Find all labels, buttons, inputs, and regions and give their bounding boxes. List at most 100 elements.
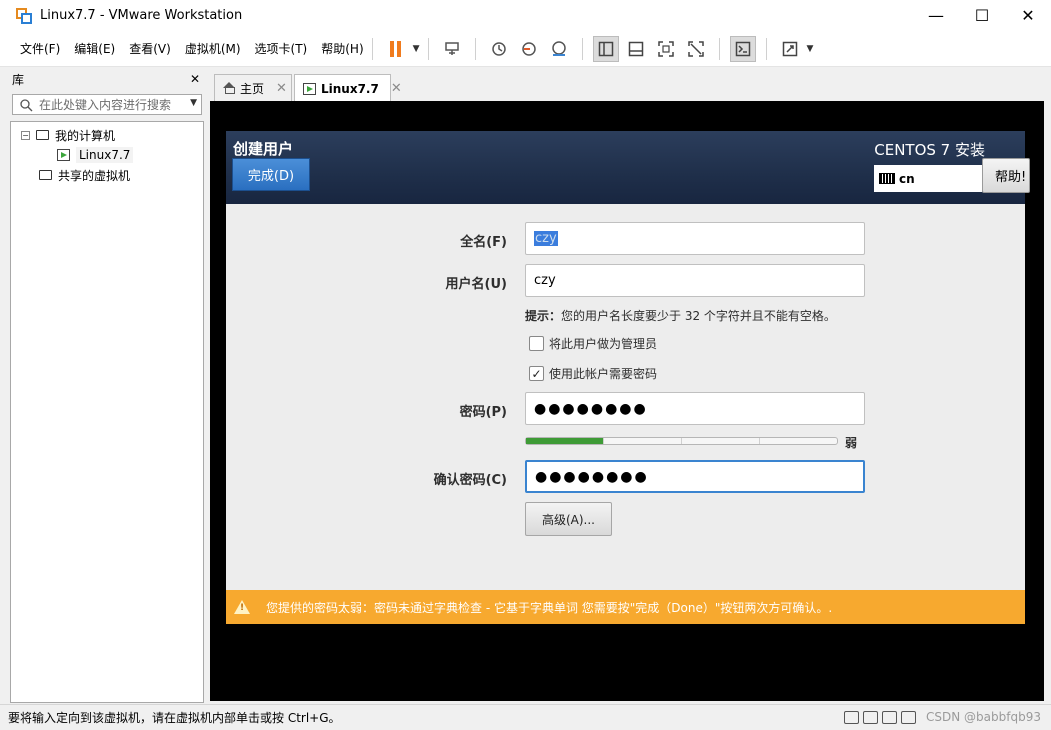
terminal-icon xyxy=(735,41,750,56)
unity-button[interactable] xyxy=(683,36,709,62)
snapshot-manager-button[interactable] xyxy=(546,36,572,62)
console-view-button[interactable] xyxy=(729,35,756,62)
tree-item-my-computer[interactable]: − 我的计算机 xyxy=(11,125,203,145)
library-search-input[interactable]: 在此处键入内容进行搜索 ▼ xyxy=(12,94,202,115)
help-button[interactable]: 帮助! xyxy=(982,158,1030,193)
library-header: 库 ✕ xyxy=(0,68,210,90)
tree-label-shared-vms: 共享的虚拟机 xyxy=(58,168,131,183)
fullname-value: czy xyxy=(534,231,558,246)
send-ctrl-alt-del-button[interactable] xyxy=(439,36,465,62)
admin-checkbox-label: 将此用户做为管理员 xyxy=(549,337,658,351)
maximize-button[interactable]: ☐ xyxy=(959,0,1005,31)
menu-edit[interactable]: 编辑(E) xyxy=(60,40,115,57)
toolbar-separator xyxy=(581,37,583,60)
confirm-password-field[interactable]: ●●●●●●●● xyxy=(525,460,865,493)
keyboard-layout-label: cn xyxy=(899,171,915,186)
warning-icon: ! xyxy=(234,600,250,614)
status-bar: 要将输入定向到该虚拟机，请在虚拟机内部单击或按 Ctrl+G。 CSDN @ba… xyxy=(0,704,1051,730)
username-label: 用户名(U) xyxy=(445,277,507,292)
vm-running-icon xyxy=(303,82,316,96)
revert-snapshot-button[interactable] xyxy=(516,36,542,62)
warning-bar[interactable]: ! 您提供的密码太弱：密码未通过字典检查 - 它基于字典单词 您需要按"完成（D… xyxy=(226,590,1025,624)
menu-tabs[interactable]: 选项卡(T) xyxy=(241,40,308,57)
close-library-icon[interactable]: ✕ xyxy=(190,72,200,86)
fullscreen-icon xyxy=(657,40,674,57)
advanced-button[interactable]: 高级(A)... xyxy=(525,502,612,536)
pause-vm-button[interactable] xyxy=(383,36,409,62)
admin-checkbox[interactable] xyxy=(529,336,544,351)
tab-home-label: 主页 xyxy=(240,81,265,96)
library-pane: 库 ✕ 在此处键入内容进行搜索 ▼ − 我的计算机 Linux7.7 共享的虚拟… xyxy=(0,68,210,704)
menu-view[interactable]: 查看(V) xyxy=(115,40,171,57)
tree-item-linux77[interactable]: Linux7.7 xyxy=(11,145,203,165)
stretch-guest-button[interactable] xyxy=(777,36,803,62)
username-value: czy xyxy=(534,273,556,288)
tab-linux77[interactable]: Linux7.7 ✕ xyxy=(294,74,402,102)
menu-file[interactable]: 文件(F) xyxy=(0,40,60,57)
full-screen-button[interactable] xyxy=(653,36,679,62)
password-strength-bar xyxy=(525,437,838,445)
tree-label-my-computer: 我的计算机 xyxy=(55,128,116,143)
confirm-password-value: ●●●●●●●● xyxy=(535,468,649,485)
snapshot-icon xyxy=(491,41,506,56)
installer-screen: 创建用户 完成(D) CENTOS 7 安装 cn 帮助! 全名(F) czy … xyxy=(226,131,1030,624)
cd-dvd-icon[interactable] xyxy=(863,710,879,724)
keyboard-icon xyxy=(879,173,895,184)
close-tab-home-icon[interactable]: ✕ xyxy=(276,81,287,96)
username-field[interactable]: czy xyxy=(525,264,865,297)
admin-checkbox-row[interactable]: 将此用户做为管理员 xyxy=(529,335,657,352)
keyboard-layout-indicator[interactable]: cn xyxy=(874,165,982,192)
toolbar-separator xyxy=(474,37,476,60)
tab-bar: 主页 ✕ Linux7.7 ✕ xyxy=(210,68,1051,102)
vm-running-icon xyxy=(55,148,71,162)
title-bar: Linux7.7 - VMware Workstation — ☐ ✕ xyxy=(0,0,1051,31)
menu-vm[interactable]: 虚拟机(M) xyxy=(171,40,241,57)
thumbnail-bar-button[interactable] xyxy=(623,36,649,62)
done-button[interactable]: 完成(D) xyxy=(232,158,310,191)
unity-icon xyxy=(687,40,704,57)
fullname-field[interactable]: czy xyxy=(525,222,865,255)
username-hint: 提示：您的用户名长度要少于 32 个字符并且不能有空格。 xyxy=(525,307,836,324)
window-edge xyxy=(1044,101,1051,701)
library-title: 库 xyxy=(12,72,25,87)
tree-item-shared-vms[interactable]: 共享的虚拟机 xyxy=(11,165,203,185)
watermark-text: CSDN @babbfqb93 xyxy=(926,710,1041,724)
thumbnail-view-icon xyxy=(628,41,643,56)
snapshot-button[interactable] xyxy=(486,36,512,62)
power-dropdown-icon[interactable]: ▼ xyxy=(413,44,420,54)
confirm-password-label: 确认密码(C) xyxy=(433,473,507,488)
revert-snapshot-icon xyxy=(521,41,536,56)
password-value: ●●●●●●●● xyxy=(534,400,648,417)
network-icon[interactable] xyxy=(882,710,898,724)
warning-text: 您提供的密码太弱：密码未通过字典检查 - 它基于字典单词 您需要按"完成（Don… xyxy=(266,600,833,615)
toolbar-separator xyxy=(427,37,429,60)
device-status-icons: CSDN @babbfqb93 xyxy=(844,710,1041,724)
search-placeholder: 在此处键入内容进行搜索 xyxy=(39,98,172,112)
show-library-button[interactable] xyxy=(592,35,619,62)
password-field[interactable]: ●●●●●●●● xyxy=(525,392,865,425)
hard-disk-icon[interactable] xyxy=(844,710,860,724)
vm-console[interactable]: 创建用户 完成(D) CENTOS 7 安装 cn 帮助! 全名(F) czy … xyxy=(210,101,1044,701)
usb-icon[interactable] xyxy=(901,710,917,724)
require-password-checkbox[interactable]: ✓ xyxy=(529,366,544,381)
home-icon xyxy=(223,82,235,94)
collapse-icon[interactable]: − xyxy=(21,130,30,140)
computer-icon xyxy=(34,128,50,142)
toolbar-separator xyxy=(765,37,767,60)
library-view-icon xyxy=(598,41,613,56)
tab-linux77-label: Linux7.7 xyxy=(321,81,379,96)
snapshot-manager-icon xyxy=(551,40,566,56)
search-dropdown-icon[interactable]: ▼ xyxy=(190,98,197,108)
strength-fill xyxy=(526,438,604,444)
search-icon xyxy=(20,98,33,111)
menu-toolbar: 文件(F) 编辑(E) 查看(V) 虚拟机(M) 选项卡(T) 帮助(H) ▼ … xyxy=(0,31,1051,67)
network-send-icon xyxy=(444,41,459,55)
tab-home[interactable]: 主页 ✕ xyxy=(214,74,292,101)
require-password-checkbox-row[interactable]: ✓ 使用此帐户需要密码 xyxy=(529,365,657,382)
minimize-button[interactable]: — xyxy=(913,0,959,31)
close-window-button[interactable]: ✕ xyxy=(1005,0,1051,31)
close-tab-linux77-icon[interactable]: ✕ xyxy=(391,81,402,96)
menu-help[interactable]: 帮助(H) xyxy=(307,40,363,57)
stretch-dropdown-icon[interactable]: ▼ xyxy=(807,44,814,54)
password-label: 密码(P) xyxy=(459,405,507,420)
